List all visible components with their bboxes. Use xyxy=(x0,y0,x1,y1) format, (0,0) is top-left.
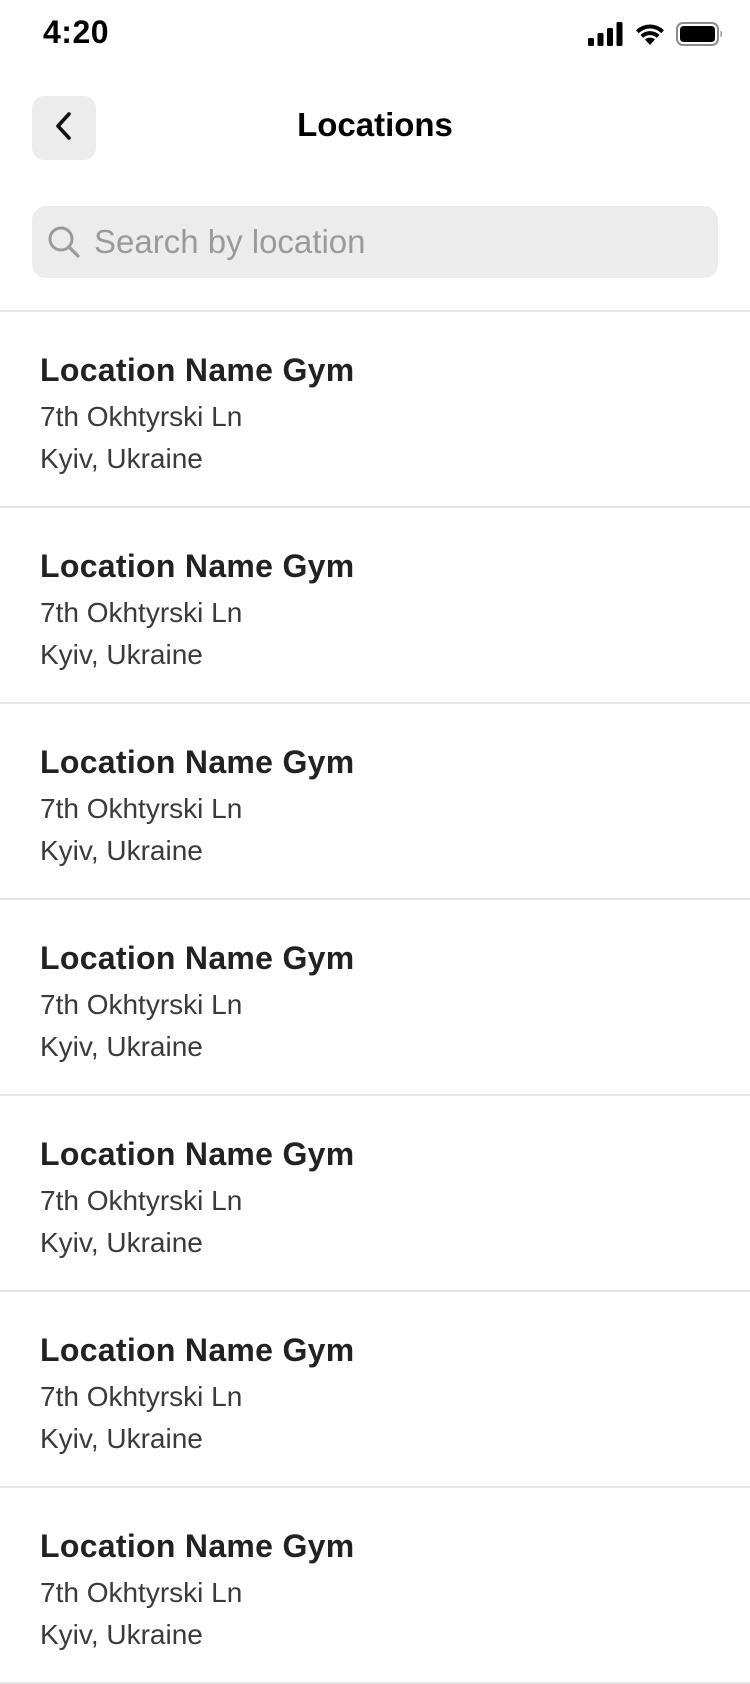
location-street: 7th Okhtyrski Ln xyxy=(40,1381,243,1412)
location-list-item[interactable]: Location Name Gym 7th Okhtyrski Ln Kyiv,… xyxy=(0,704,750,900)
location-street: 7th Okhtyrski Ln xyxy=(40,1577,243,1608)
location-list-item[interactable]: Location Name Gym 7th Okhtyrski Ln Kyiv,… xyxy=(0,1292,750,1488)
location-list-item[interactable]: Location Name Gym 7th Okhtyrski Ln Kyiv,… xyxy=(0,1096,750,1292)
location-list-item[interactable]: Location Name Gym 7th Okhtyrski Ln Kyiv,… xyxy=(0,508,750,704)
location-list-item[interactable]: Location Name Gym 7th Okhtyrski Ln Kyiv,… xyxy=(0,900,750,1096)
location-city: Kyiv, Ukraine xyxy=(40,443,203,474)
location-name: Location Name Gym xyxy=(40,352,355,388)
search-box[interactable] xyxy=(32,206,718,278)
location-name: Location Name Gym xyxy=(40,548,355,584)
location-city: Kyiv, Ukraine xyxy=(40,1227,203,1258)
location-city: Kyiv, Ukraine xyxy=(40,835,203,866)
location-street: 7th Okhtyrski Ln xyxy=(40,1185,243,1216)
location-street: 7th Okhtyrski Ln xyxy=(40,401,243,432)
location-city: Kyiv, Ukraine xyxy=(40,639,203,670)
location-name: Location Name Gym xyxy=(40,1136,355,1172)
location-street: 7th Okhtyrski Ln xyxy=(40,793,243,824)
search-icon xyxy=(46,224,82,260)
status-time: 4:20 xyxy=(43,14,110,50)
nav-bar: Locations xyxy=(0,96,750,160)
location-name: Location Name Gym xyxy=(40,744,355,780)
location-list-item[interactable]: Location Name Gym 7th Okhtyrski Ln Kyiv,… xyxy=(0,312,750,508)
location-city: Kyiv, Ukraine xyxy=(40,1423,203,1454)
page-title: Locations xyxy=(297,106,453,143)
location-name: Location Name Gym xyxy=(40,1332,355,1368)
location-street: 7th Okhtyrski Ln xyxy=(40,989,243,1020)
location-city: Kyiv, Ukraine xyxy=(40,1031,203,1062)
search-input[interactable] xyxy=(92,211,696,273)
status-icons xyxy=(588,20,724,48)
location-name: Location Name Gym xyxy=(40,940,355,976)
location-list: Location Name Gym 7th Okhtyrski Ln Kyiv,… xyxy=(0,310,750,1684)
cellular-signal-icon xyxy=(588,22,624,46)
status-bar: 4:20 xyxy=(0,0,750,70)
battery-icon xyxy=(676,22,724,46)
wifi-icon xyxy=(634,22,666,46)
location-list-item[interactable]: Location Name Gym 7th Okhtyrski Ln Kyiv,… xyxy=(0,1488,750,1684)
location-street: 7th Okhtyrski Ln xyxy=(40,597,243,628)
location-name: Location Name Gym xyxy=(40,1528,355,1564)
